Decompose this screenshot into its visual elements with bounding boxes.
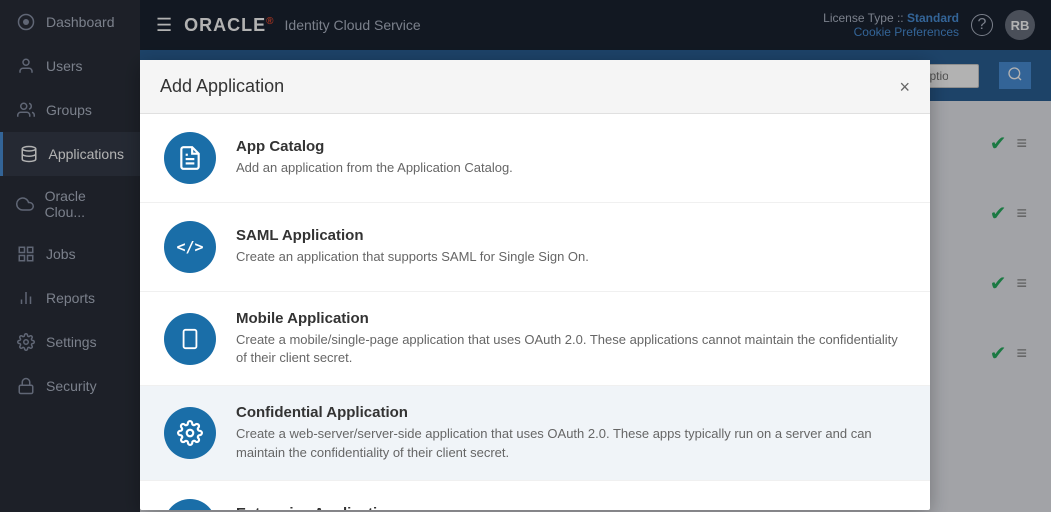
mobile-name: Mobile Application (236, 310, 906, 327)
saml-code-icon: </> (176, 238, 203, 256)
mobile-info: Mobile Application Create a mobile/singl… (236, 310, 906, 367)
saml-name: SAML Application (236, 227, 906, 244)
modal-body: App Catalog Add an application from the … (140, 114, 930, 510)
saml-icon: </> (164, 221, 216, 273)
confidential-info: Confidential Application Create a web-se… (236, 404, 906, 461)
app-option-mobile[interactable]: Mobile Application Create a mobile/singl… (140, 292, 930, 386)
enterprise-icon (164, 499, 216, 510)
modal-close-button[interactable]: × (899, 78, 910, 96)
modal-header: Add Application × (140, 60, 930, 114)
modal-title: Add Application (160, 76, 284, 97)
saml-info: SAML Application Create an application t… (236, 227, 906, 266)
confidential-desc: Create a web-server/server-side applicat… (236, 425, 906, 461)
app-catalog-icon (164, 132, 216, 184)
modal-overlay: Add Application × App Catalog Add an app… (0, 0, 1051, 512)
saml-desc: Create an application that supports SAML… (236, 248, 906, 266)
enterprise-info: Enterprise Application Create a web appl… (236, 505, 906, 510)
mobile-icon (164, 313, 216, 365)
app-catalog-desc: Add an application from the Application … (236, 159, 906, 177)
app-option-saml[interactable]: </> SAML Application Create an applicati… (140, 203, 930, 292)
confidential-icon (164, 407, 216, 459)
app-catalog-info: App Catalog Add an application from the … (236, 138, 906, 177)
app-catalog-name: App Catalog (236, 138, 906, 155)
app-option-confidential[interactable]: Confidential Application Create a web-se… (140, 386, 930, 480)
add-application-modal: Add Application × App Catalog Add an app… (140, 60, 930, 510)
app-option-enterprise[interactable]: Enterprise Application Create a web appl… (140, 481, 930, 510)
confidential-name: Confidential Application (236, 404, 906, 421)
enterprise-name: Enterprise Application (236, 505, 906, 510)
app-option-app-catalog[interactable]: App Catalog Add an application from the … (140, 114, 930, 203)
mobile-desc: Create a mobile/single-page application … (236, 331, 906, 367)
